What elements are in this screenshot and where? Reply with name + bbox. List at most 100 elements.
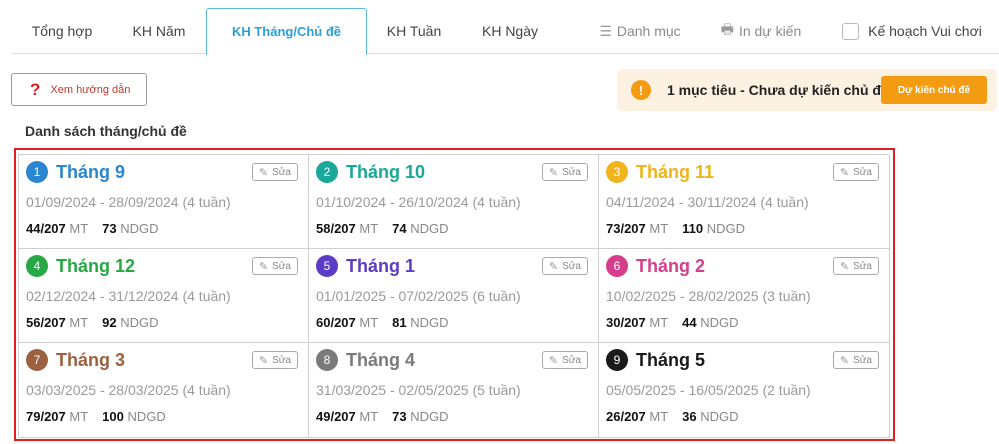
tab-label: KH Năm <box>132 23 186 39</box>
mt-label: MT <box>359 221 379 236</box>
month-card[interactable]: 3 Tháng 11 ✎ Sửa 04/11/2024 - 30/11/2024 (4 … <box>599 155 890 249</box>
ndgd-label: NDGD <box>410 409 449 424</box>
tab-in-du-kien[interactable]: 🖶 In dự kiến <box>710 8 812 54</box>
ndgd-count: 110 <box>682 221 704 236</box>
ndgd-count: 92 <box>102 315 117 330</box>
tab-danh-muc[interactable]: ☰ Danh mục <box>588 8 692 54</box>
month-card[interactable]: 4 Tháng 12 ✎ Sửa 02/12/2024 - 31/12/2024 (4 … <box>19 249 309 343</box>
month-card[interactable]: 6 Tháng 2 ✎ Sửa 10/02/2025 - 28/02/2025 (3 t… <box>599 249 890 343</box>
tab-label: KH Tháng/Chủ đề <box>231 24 342 39</box>
month-number-badge: 7 <box>26 349 48 371</box>
edit-button[interactable]: ✎ Sửa <box>251 163 298 181</box>
month-card[interactable]: 7 Tháng 3 ✎ Sửa 03/03/2025 - 28/03/2025 (4 t… <box>19 343 309 438</box>
warning-icon: ! <box>631 80 651 100</box>
help-button-label: Xem hướng dẫn <box>50 83 131 96</box>
tab-kh-nam[interactable]: KH Năm <box>112 8 206 54</box>
tab-label: In dự kiến <box>738 23 802 39</box>
month-number-badge: 2 <box>316 161 338 183</box>
edit-button[interactable]: ✎ Sửa <box>832 257 879 275</box>
edit-button[interactable]: ✎ Sửa <box>832 163 879 181</box>
edit-label: Sửa <box>562 260 581 272</box>
mt-count: 49/207 <box>316 409 356 424</box>
mt-label: MT <box>649 409 669 424</box>
month-title[interactable]: Tháng 5 <box>636 349 705 371</box>
ndgd-count: 100 <box>102 409 124 424</box>
month-date-range: 01/01/2025 - 07/02/2025 (6 tuần) <box>316 288 521 304</box>
month-stats: 56/207 MT 92 NDGD <box>26 315 159 330</box>
help-button[interactable]: ? Xem hướng dẫn <box>11 73 147 106</box>
tab-kh-thang[interactable]: KH Tháng/Chủ đề <box>206 8 367 55</box>
month-date-range: 05/05/2025 - 16/05/2025 (2 tuần) <box>606 382 811 398</box>
ndgd-label: NDGD <box>410 315 449 330</box>
month-stats: 30/207 MT 44 NDGD <box>606 315 739 330</box>
mt-label: MT <box>69 315 89 330</box>
tab-kh-tuan[interactable]: KH Tuần <box>367 8 461 54</box>
month-card[interactable]: 2 Tháng 10 ✎ Sửa 01/10/2024 - 26/10/2024 (4 … <box>309 155 599 249</box>
month-title[interactable]: Tháng 3 <box>56 349 125 371</box>
month-date-range: 01/10/2024 - 26/10/2024 (4 tuần) <box>316 194 521 210</box>
tab-label: KH Ngày <box>481 23 539 39</box>
month-title[interactable]: Tháng 1 <box>346 255 415 277</box>
plan-topic-button[interactable]: Dự kiến chủ đề <box>881 76 987 104</box>
edit-label: Sửa <box>272 260 291 272</box>
month-stats: 73/207 MT 110 NDGD <box>606 221 745 236</box>
edit-icon: ✎ <box>258 260 269 273</box>
month-stats: 44/207 MT 73 NDGD <box>26 221 159 236</box>
month-date-range: 10/02/2025 - 28/02/2025 (3 tuần) <box>606 288 811 304</box>
month-grid-frame: 1 Tháng 9 ✎ Sửa 01/09/2024 - 28/09/2024 (4 t… <box>14 148 895 441</box>
ndgd-label: NDGD <box>700 409 739 424</box>
mt-count: 44/207 <box>26 221 66 236</box>
section-title: Danh sách tháng/chủ đề <box>25 123 187 139</box>
edit-button[interactable]: ✎ Sửa <box>251 351 298 369</box>
mt-count: 58/207 <box>316 221 356 236</box>
ndgd-label: NDGD <box>706 221 746 236</box>
tab-label: Tổng hợp <box>31 23 93 39</box>
month-stats: 60/207 MT 81 NDGD <box>316 315 449 330</box>
month-title[interactable]: Tháng 11 <box>636 161 714 183</box>
month-title[interactable]: Tháng 4 <box>346 349 415 371</box>
mt-count: 73/207 <box>606 221 646 236</box>
edit-label: Sửa <box>853 354 872 366</box>
ndgd-count: 81 <box>392 315 407 330</box>
mt-label: MT <box>69 221 89 236</box>
month-stats: 58/207 MT 74 NDGD <box>316 221 449 236</box>
edit-icon: ✎ <box>839 166 850 179</box>
tab-bar: Tổng hợp KH Năm KH Tháng/Chủ đề KH Tuần … <box>12 8 999 55</box>
month-date-range: 03/03/2025 - 28/03/2025 (4 tuần) <box>26 382 231 398</box>
checkbox[interactable] <box>842 22 860 40</box>
ndgd-label: NDGD <box>127 409 166 424</box>
edit-button[interactable]: ✎ Sửa <box>251 257 298 275</box>
tab-label: KH Tuần <box>386 23 442 39</box>
edit-button[interactable]: ✎ Sửa <box>541 163 588 181</box>
mt-count: 79/207 <box>26 409 66 424</box>
mt-label: MT <box>649 221 669 236</box>
month-card[interactable]: 1 Tháng 9 ✎ Sửa 01/09/2024 - 28/09/2024 (4 t… <box>19 155 309 249</box>
month-number-badge: 1 <box>26 161 48 183</box>
month-number-badge: 5 <box>316 255 338 277</box>
month-title[interactable]: Tháng 2 <box>636 255 705 277</box>
ndgd-count: 36 <box>682 409 697 424</box>
ndgd-count: 74 <box>392 221 407 236</box>
ke-hoach-vui-choi-toggle[interactable]: Kế hoạch Vui chơi <box>838 8 986 54</box>
mt-count: 30/207 <box>606 315 646 330</box>
month-card[interactable]: 9 Tháng 5 ✎ Sửa 05/05/2025 - 16/05/2025 (2 t… <box>599 343 890 438</box>
ndgd-count: 73 <box>392 409 407 424</box>
edit-label: Sửa <box>272 354 291 366</box>
tab-tong-hop[interactable]: Tổng hợp <box>12 8 112 54</box>
month-stats: 26/207 MT 36 NDGD <box>606 409 739 424</box>
month-card[interactable]: 5 Tháng 1 ✎ Sửa 01/01/2025 - 07/02/2025 (6 t… <box>309 249 599 343</box>
month-title[interactable]: Tháng 9 <box>56 161 125 183</box>
tab-label: Kế hoạch Vui chơi <box>868 23 982 39</box>
edit-button[interactable]: ✎ Sửa <box>541 351 588 369</box>
month-title[interactable]: Tháng 12 <box>56 255 135 277</box>
mt-label: MT <box>69 409 89 424</box>
mt-count: 56/207 <box>26 315 66 330</box>
tab-kh-ngay[interactable]: KH Ngày <box>461 8 559 54</box>
month-title[interactable]: Tháng 10 <box>346 161 425 183</box>
month-card[interactable]: 8 Tháng 4 ✎ Sửa 31/03/2025 - 02/05/2025 (5 t… <box>309 343 599 438</box>
month-grid: 1 Tháng 9 ✎ Sửa 01/09/2024 - 28/09/2024 (4 t… <box>18 154 890 438</box>
edit-button[interactable]: ✎ Sửa <box>541 257 588 275</box>
edit-label: Sửa <box>272 166 291 178</box>
edit-button[interactable]: ✎ Sửa <box>832 351 879 369</box>
edit-icon: ✎ <box>548 260 559 273</box>
